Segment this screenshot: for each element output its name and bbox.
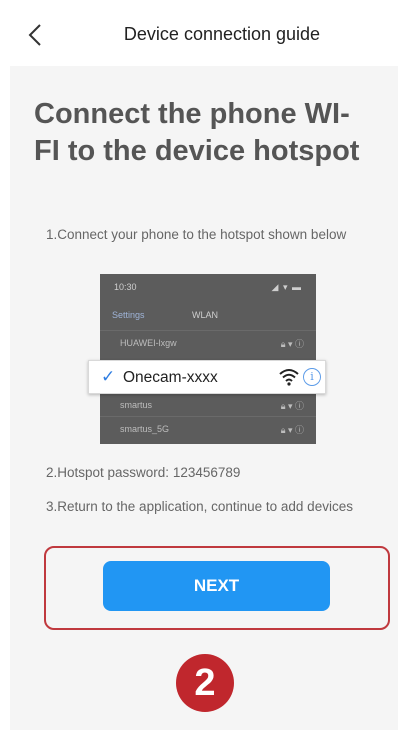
- wifi-settings-screenshot: 10:30 ◢ ▾ ▬ Settings WLAN HUAWEI-lxgw 🔒︎…: [100, 274, 316, 444]
- screenshot-time: 10:30: [114, 282, 137, 292]
- list-item: smartus 🔒︎ ▾ ⓘ: [100, 392, 316, 416]
- list-item: HUAWEI-lxgw 🔒︎ ▾ ⓘ: [100, 330, 316, 354]
- network-name: smartus_5G: [120, 424, 170, 434]
- status-icons: ◢ ▾ ▬: [271, 282, 302, 292]
- step-3-text: 3.Return to the application, continue to…: [46, 499, 353, 514]
- screenshot-nav-back: Settings: [112, 310, 145, 320]
- network-name: HUAWEI-lxgw: [120, 338, 177, 348]
- page-title: Device connection guide: [123, 24, 321, 44]
- hotspot-name: Onecam-xxxx: [123, 369, 218, 386]
- next-button[interactable]: NEXT: [103, 561, 330, 611]
- check-icon: ✓: [101, 367, 116, 386]
- app-header: Device connection guide: [0, 0, 408, 66]
- lock-wifi-info-icons: 🔒︎ ▾ ⓘ: [280, 425, 304, 435]
- lock-wifi-info-icons: 🔒︎ ▾ ⓘ: [280, 401, 304, 411]
- lock-wifi-info-icons: 🔒︎ ▾ ⓘ: [280, 339, 304, 349]
- wifi-icon: [279, 369, 299, 386]
- screenshot-status-bar: 10:30 ◢ ▾ ▬: [100, 274, 316, 300]
- step-number-badge: 2: [176, 654, 234, 712]
- info-icon: i: [303, 368, 321, 386]
- step-2-text: 2.Hotspot password: 123456789: [46, 465, 241, 480]
- hotspot-network-item: ✓ Onecam-xxxx i: [88, 360, 326, 394]
- network-name: smartus: [120, 400, 153, 410]
- step-1-text: 1.Connect your phone to the hotspot show…: [46, 227, 347, 242]
- screenshot-nav-title: WLAN: [192, 310, 219, 320]
- guide-heading: Connect the phone WI-FI to the device ho…: [34, 98, 360, 167]
- list-item: smartus_5G 🔒︎ ▾ ⓘ: [100, 416, 316, 440]
- screenshot-nav-bar: Settings WLAN: [100, 302, 316, 328]
